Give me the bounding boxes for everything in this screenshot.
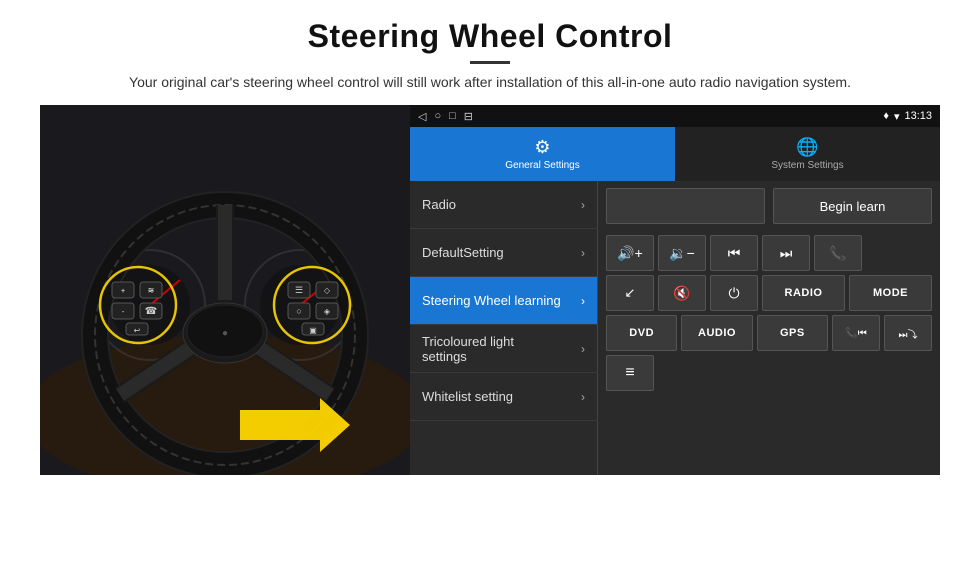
status-bar: ◁ ○ □ ⊟ ♦ ▾ 13:13 bbox=[410, 105, 940, 127]
controls-grid: 🔊+ 🔉− ⏮ ⏭ 📞 bbox=[598, 231, 940, 395]
main-content: Radio › DefaultSetting › Steering Wheel … bbox=[410, 181, 940, 475]
mute-icon: 🔇 bbox=[673, 285, 690, 302]
prev-track-icon: ⏮ bbox=[728, 245, 741, 262]
gps-button-label: GPS bbox=[780, 327, 805, 339]
page-subtitle: Your original car's steering wheel contr… bbox=[40, 72, 940, 93]
menu-item-steering[interactable]: Steering Wheel learning › bbox=[410, 277, 597, 325]
next-mixed-button[interactable]: ⏭⤵ bbox=[884, 315, 932, 351]
next-track-icon: ⏭ bbox=[780, 245, 793, 262]
status-time: 13:13 bbox=[904, 110, 932, 122]
svg-text:☎: ☎ bbox=[145, 306, 157, 317]
top-tabs: ⚙ General Settings 🌐 System Settings bbox=[410, 127, 940, 181]
answer-call-button[interactable]: ↙ bbox=[606, 275, 654, 311]
vol-down-icon: 🔉− bbox=[669, 245, 695, 262]
location-icon: ♦ bbox=[883, 110, 889, 122]
phone-prev-icon: 📞⏮ bbox=[845, 328, 866, 339]
radio-button-label: RADIO bbox=[785, 287, 823, 299]
chevron-radio-icon: › bbox=[581, 198, 585, 212]
title-divider bbox=[470, 61, 510, 64]
control-panel: Begin learn 🔊+ 🔉− bbox=[598, 181, 940, 475]
power-button[interactable]: ⏻ bbox=[710, 275, 758, 311]
prev-track-button[interactable]: ⏮ bbox=[710, 235, 758, 271]
mute-button[interactable]: 🔇 bbox=[658, 275, 706, 311]
svg-text:◇: ◇ bbox=[324, 286, 331, 295]
next-mixed-icon: ⏭⤵ bbox=[898, 326, 917, 341]
menu-grid-icon: ≡ bbox=[625, 364, 634, 382]
svg-text:↩: ↩ bbox=[134, 326, 141, 335]
tab-system-settings[interactable]: 🌐 System Settings bbox=[675, 127, 940, 181]
menu-item-whitelist[interactable]: Whitelist setting › bbox=[410, 373, 597, 421]
controls-row-4: ≡ bbox=[606, 355, 932, 391]
menu-item-default[interactable]: DefaultSetting › bbox=[410, 229, 597, 277]
tricoloured-row: Tricoloured lightsettings › bbox=[422, 334, 585, 364]
svg-text:≋: ≋ bbox=[148, 286, 155, 295]
signal-icon: ▾ bbox=[894, 110, 900, 123]
general-settings-icon: ⚙ bbox=[534, 137, 550, 158]
tab-system-label: System Settings bbox=[771, 160, 843, 171]
chevron-steering-icon: › bbox=[581, 294, 585, 308]
mode-button-label: MODE bbox=[873, 287, 908, 299]
begin-learn-button[interactable]: Begin learn bbox=[773, 188, 932, 224]
menu-radio-label: Radio bbox=[422, 197, 456, 212]
vol-down-button[interactable]: 🔉− bbox=[658, 235, 706, 271]
android-ui: ◁ ○ □ ⊟ ♦ ▾ 13:13 ⚙ General Settings bbox=[410, 105, 940, 475]
svg-text:●: ● bbox=[222, 328, 228, 339]
audio-button-label: AUDIO bbox=[698, 327, 736, 339]
menu-default-label: DefaultSetting bbox=[422, 245, 504, 260]
system-settings-icon: 🌐 bbox=[796, 137, 818, 158]
controls-row-3: DVD AUDIO GPS 📞⏮ bbox=[606, 315, 932, 351]
chevron-whitelist-icon: › bbox=[581, 390, 585, 404]
menu-list: Radio › DefaultSetting › Steering Wheel … bbox=[410, 181, 598, 475]
power-icon: ⏻ bbox=[728, 285, 739, 302]
svg-text:▣: ▣ bbox=[309, 326, 317, 335]
menu-item-radio[interactable]: Radio › bbox=[410, 181, 597, 229]
controls-row-1: 🔊+ 🔉− ⏮ ⏭ 📞 bbox=[606, 235, 932, 271]
gps-button[interactable]: GPS bbox=[757, 315, 828, 351]
menu-tricoloured-label: Tricoloured lightsettings bbox=[422, 334, 514, 364]
controls-row-2: ↙ 🔇 ⏻ RADIO MOD bbox=[606, 275, 932, 311]
control-top-row: Begin learn bbox=[598, 181, 940, 231]
content-area: ● + ≋ - ☎ ↩ ☰ ◇ bbox=[40, 105, 940, 475]
svg-text:○: ○ bbox=[296, 306, 301, 316]
svg-text:◈: ◈ bbox=[324, 307, 331, 316]
dvd-button[interactable]: DVD bbox=[606, 315, 677, 351]
chevron-tricoloured-icon: › bbox=[581, 342, 585, 356]
next-track-button[interactable]: ⏭ bbox=[762, 235, 810, 271]
status-bar-right: ♦ ▾ 13:13 bbox=[883, 110, 932, 123]
vol-up-icon: 🔊+ bbox=[617, 245, 643, 262]
status-bar-left: ◁ ○ □ ⊟ bbox=[418, 110, 473, 123]
menu-item-tricoloured[interactable]: Tricoloured lightsettings › bbox=[410, 325, 597, 373]
menu-steering-label: Steering Wheel learning bbox=[422, 293, 561, 308]
steering-wheel-image: ● + ≋ - ☎ ↩ ☰ ◇ bbox=[40, 105, 410, 475]
chevron-default-icon: › bbox=[581, 246, 585, 260]
menu-nav-icon[interactable]: ⊟ bbox=[464, 110, 473, 123]
phone-icon: 📞 bbox=[829, 245, 846, 262]
dvd-button-label: DVD bbox=[629, 327, 654, 339]
page-wrapper: Steering Wheel Control Your original car… bbox=[0, 0, 980, 485]
page-title: Steering Wheel Control bbox=[40, 18, 940, 55]
tab-general-label: General Settings bbox=[505, 160, 580, 171]
audio-button[interactable]: AUDIO bbox=[681, 315, 752, 351]
recents-nav-icon[interactable]: □ bbox=[449, 110, 456, 122]
back-nav-icon[interactable]: ◁ bbox=[418, 110, 426, 123]
svg-text:☰: ☰ bbox=[295, 285, 303, 295]
title-section: Steering Wheel Control Your original car… bbox=[40, 18, 940, 93]
radio-button[interactable]: RADIO bbox=[762, 275, 845, 311]
home-nav-icon[interactable]: ○ bbox=[434, 110, 441, 122]
phone-prev-button[interactable]: 📞⏮ bbox=[832, 315, 880, 351]
menu-grid-button[interactable]: ≡ bbox=[606, 355, 654, 391]
svg-text:+: + bbox=[121, 288, 125, 295]
tab-general-settings[interactable]: ⚙ General Settings bbox=[410, 127, 675, 181]
vol-up-button[interactable]: 🔊+ bbox=[606, 235, 654, 271]
empty-input-box bbox=[606, 188, 765, 224]
menu-whitelist-label: Whitelist setting bbox=[422, 389, 513, 404]
answer-call-icon: ↙ bbox=[625, 285, 636, 301]
mode-button[interactable]: MODE bbox=[849, 275, 932, 311]
phone-button[interactable]: 📞 bbox=[814, 235, 862, 271]
